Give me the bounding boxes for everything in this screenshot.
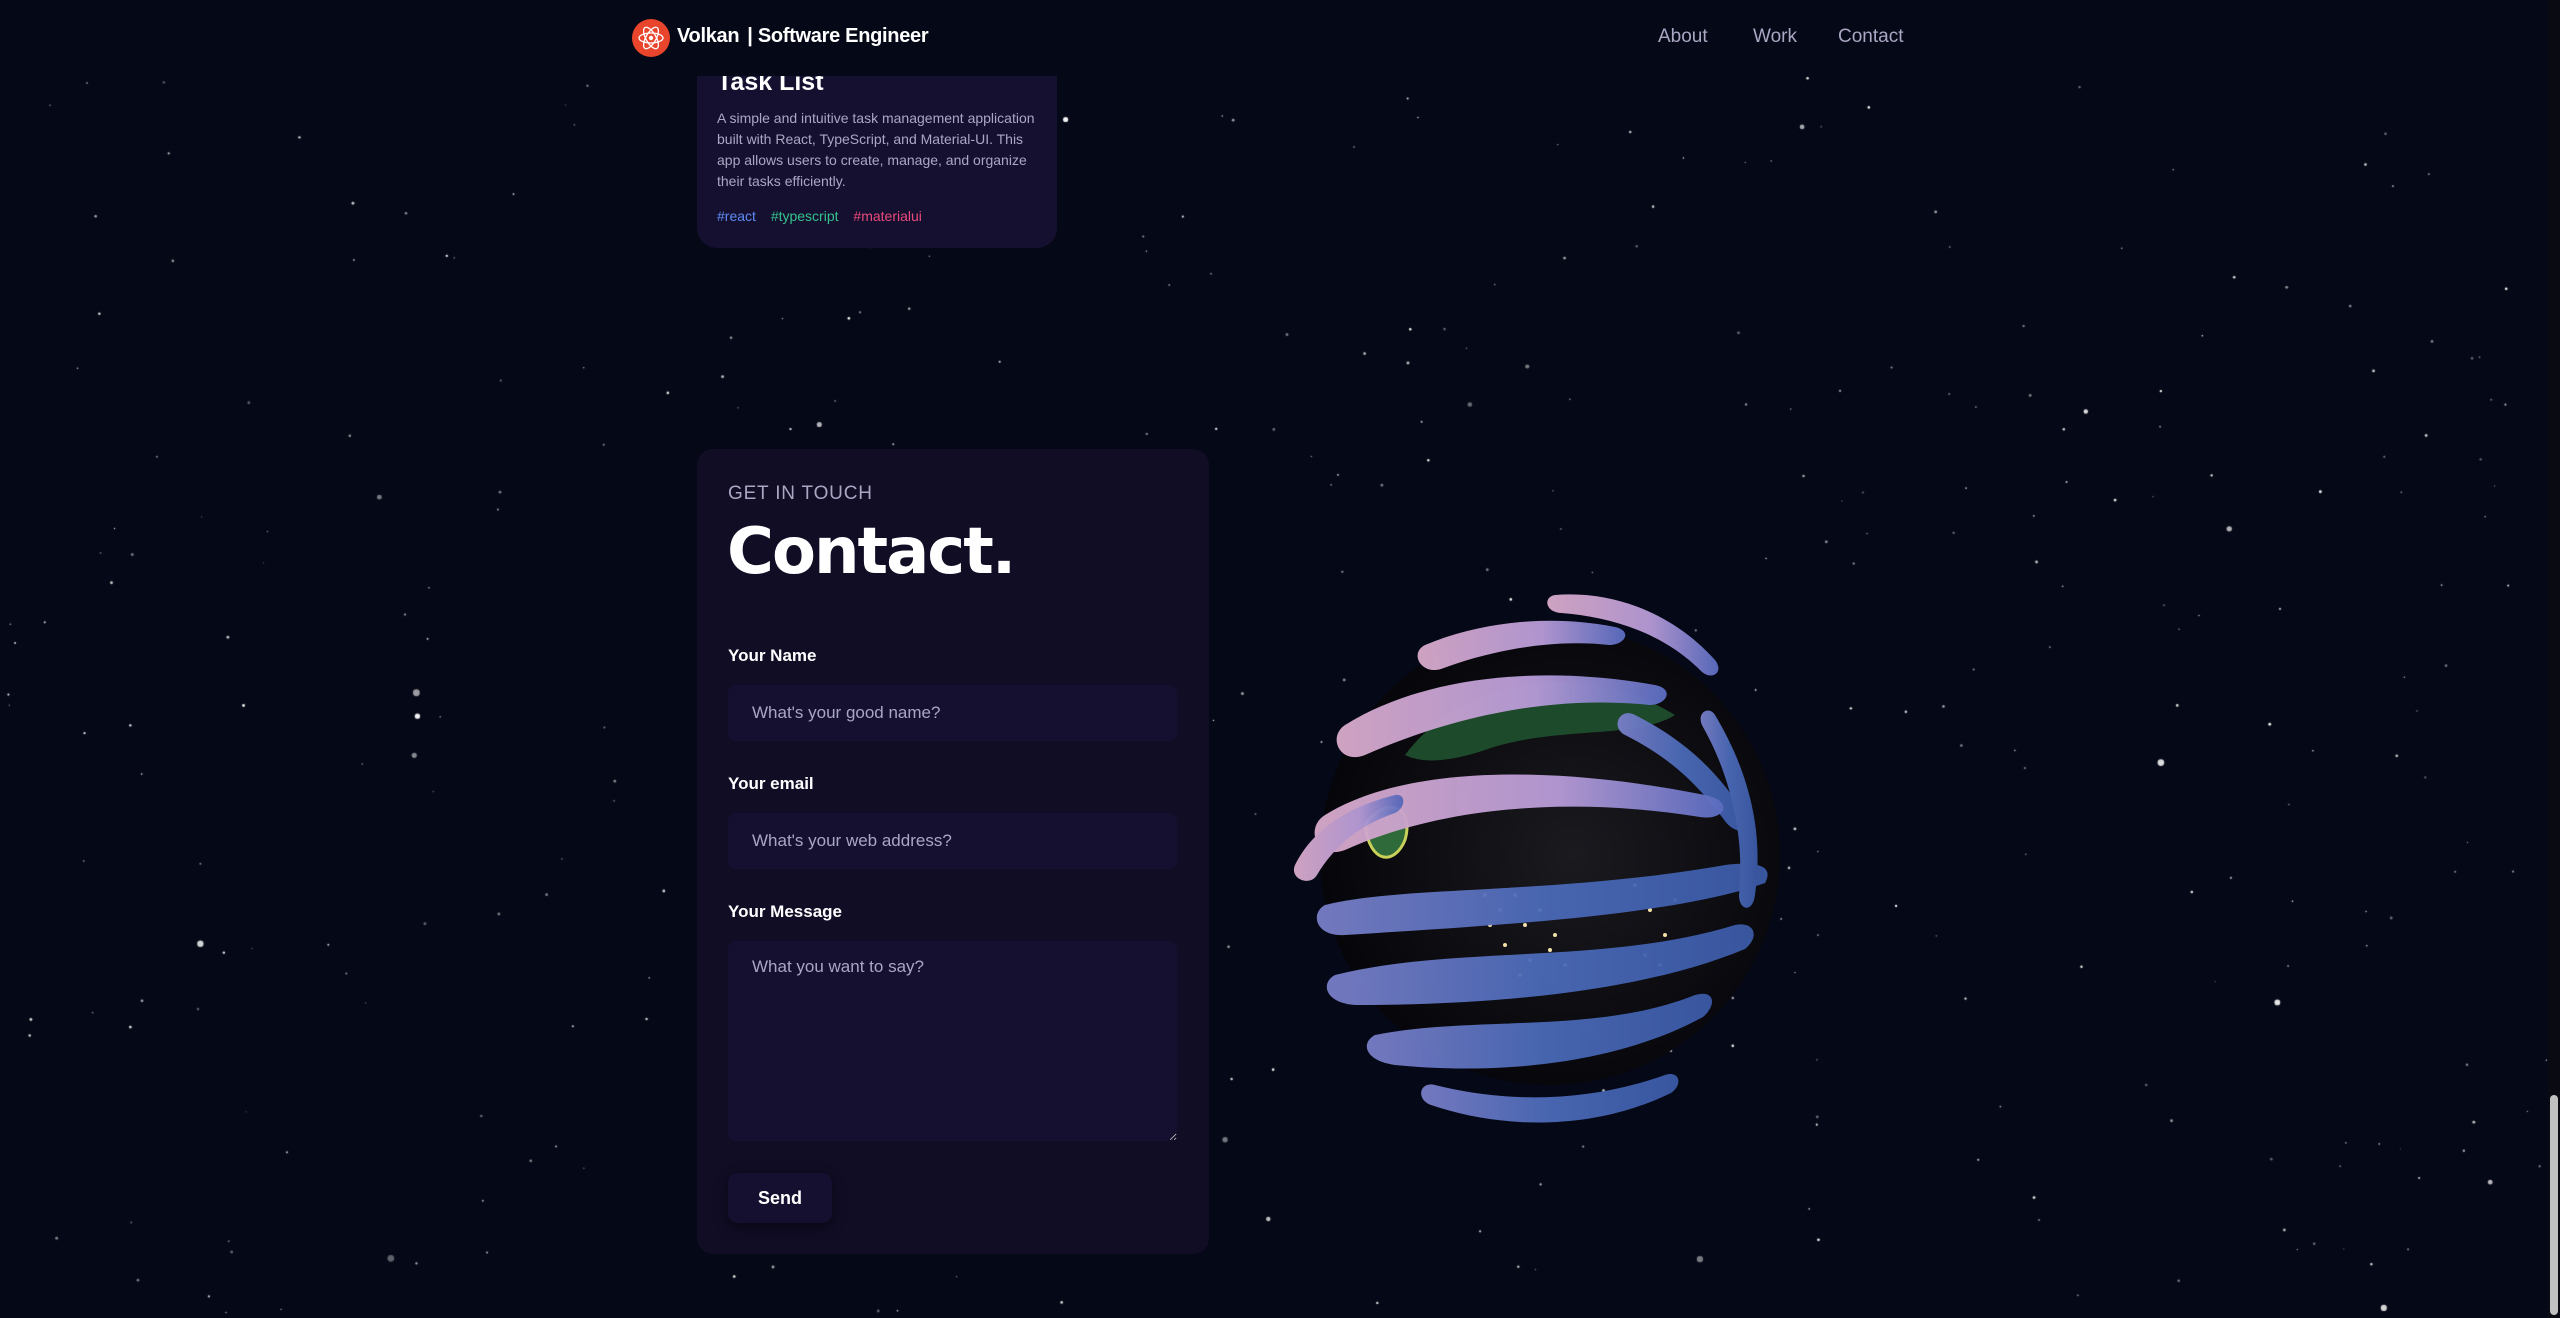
brand-name: Volkan — [677, 25, 740, 47]
page-scrollbar[interactable] — [2548, 0, 2560, 1318]
brand-link[interactable]: Volkan | Software Engineer — [677, 25, 929, 48]
section-title: Contact. — [727, 515, 1016, 589]
name-label: Your Name — [728, 646, 817, 665]
navbar: Volkan | Software Engineer About Work Con… — [0, 0, 2548, 76]
project-tags: #react #typescript #materialui — [717, 208, 933, 224]
section-subtitle: GET IN TOUCH — [728, 483, 873, 504]
earth-globe-icon[interactable] — [1255, 565, 1835, 1145]
send-button[interactable]: Send — [728, 1173, 832, 1223]
nav-link-contact[interactable]: Contact — [1838, 26, 1903, 48]
tag-materialui: #materialui — [853, 208, 922, 224]
name-input[interactable] — [728, 685, 1177, 741]
email-input[interactable] — [728, 813, 1177, 869]
scrollbar-thumb[interactable] — [2550, 1095, 2558, 1315]
project-card[interactable]: Task List A simple and intuitive task ma… — [697, 48, 1057, 248]
tag-typescript: #typescript — [770, 208, 839, 224]
nav-link-work[interactable]: Work — [1753, 26, 1797, 48]
tag-react: #react — [717, 208, 756, 224]
atom-logo-icon[interactable] — [632, 19, 670, 57]
contact-panel: GET IN TOUCH Contact. Your Name Your ema… — [697, 449, 1209, 1254]
message-label: Your Message — [728, 902, 843, 921]
message-textarea[interactable] — [728, 941, 1177, 1141]
project-description: A simple and intuitive task management a… — [717, 110, 1035, 189]
email-label: Your email — [728, 774, 814, 793]
nav-link-about[interactable]: About — [1658, 26, 1708, 48]
brand-suffix: | Software Engineer — [747, 25, 929, 47]
